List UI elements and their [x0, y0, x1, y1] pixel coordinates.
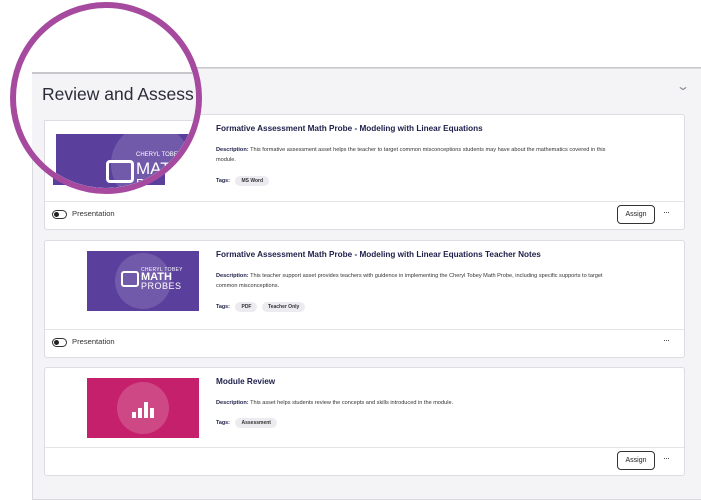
bar-chart-icon	[132, 400, 156, 418]
logo-small-text: CHERYL TOBEY	[136, 152, 182, 158]
logo-mark-icon	[121, 271, 139, 287]
logo-big2-text: PROBES	[141, 281, 182, 291]
tag-chip: Teacher Only	[261, 302, 306, 312]
tags-label: Tags:	[216, 178, 230, 184]
card-tags: Tags: PDF Teacher Only	[216, 302, 308, 312]
resource-card-3: Module Review Description: This asset he…	[44, 367, 685, 476]
chevron-down-icon[interactable]: ⌄	[676, 79, 690, 93]
card-thumbnail[interactable]: CHERYL TOBEY MATH PROBES	[87, 251, 199, 311]
card-title[interactable]: Formative Assessment Math Probe - Modeli…	[216, 124, 483, 133]
tag-chip: MS Word	[235, 176, 270, 186]
assign-button[interactable]: Assign	[617, 205, 655, 224]
card-tags: Tags: MS Word	[216, 176, 272, 186]
presentation-label: Presentation	[72, 337, 115, 346]
description-text: This teacher support asset provides teac…	[216, 273, 603, 289]
magnified-thumbnail: CHERYL TOBEY MATH PROBES	[56, 134, 196, 189]
presentation-toggle[interactable]	[52, 210, 67, 219]
tag-chip: PDF	[235, 302, 258, 312]
card-description: Description: This teacher support asset …	[216, 271, 616, 291]
description-text: This formative assessment asset helps th…	[216, 147, 606, 163]
tag-chip: Assessment	[235, 418, 277, 428]
assign-button[interactable]: Assign	[617, 451, 655, 470]
more-options-icon[interactable]: ···	[663, 453, 670, 463]
presentation-label: Presentation	[72, 209, 115, 218]
card-footer: Presentation ···	[45, 329, 684, 357]
magnifier-callout: Review and Assess CHERYL TOBEY MATH PROB…	[10, 2, 202, 194]
card-description: Description: This asset helps students r…	[216, 398, 616, 408]
card-footer: Assign ···	[45, 447, 684, 475]
magnified-section-title: Review and Assess	[42, 84, 194, 104]
tags-label: Tags:	[216, 420, 230, 426]
card-title[interactable]: Module Review	[216, 377, 275, 386]
description-label: Description:	[216, 273, 249, 279]
description-label: Description:	[216, 400, 249, 406]
logo-big2-text: PROBES	[136, 176, 191, 189]
more-options-icon[interactable]: ···	[663, 335, 670, 345]
description-text: This asset helps students review the con…	[250, 400, 454, 406]
more-options-icon[interactable]: ···	[663, 207, 670, 217]
card-footer: Presentation Assign ···	[45, 201, 684, 229]
tags-label: Tags:	[216, 304, 230, 310]
card-tags: Tags: Assessment	[216, 418, 280, 428]
card-title[interactable]: Formative Assessment Math Probe - Modeli…	[216, 250, 541, 259]
logo-mark-icon	[106, 160, 134, 183]
card-description: Description: This formative assessment a…	[216, 145, 616, 165]
magnified-view: Review and Assess CHERYL TOBEY MATH PROB…	[16, 8, 196, 189]
description-label: Description:	[216, 147, 249, 153]
presentation-toggle[interactable]	[52, 338, 67, 347]
resource-card-2: CHERYL TOBEY MATH PROBES Formative Asses…	[44, 240, 685, 358]
card-thumbnail[interactable]	[87, 378, 199, 438]
